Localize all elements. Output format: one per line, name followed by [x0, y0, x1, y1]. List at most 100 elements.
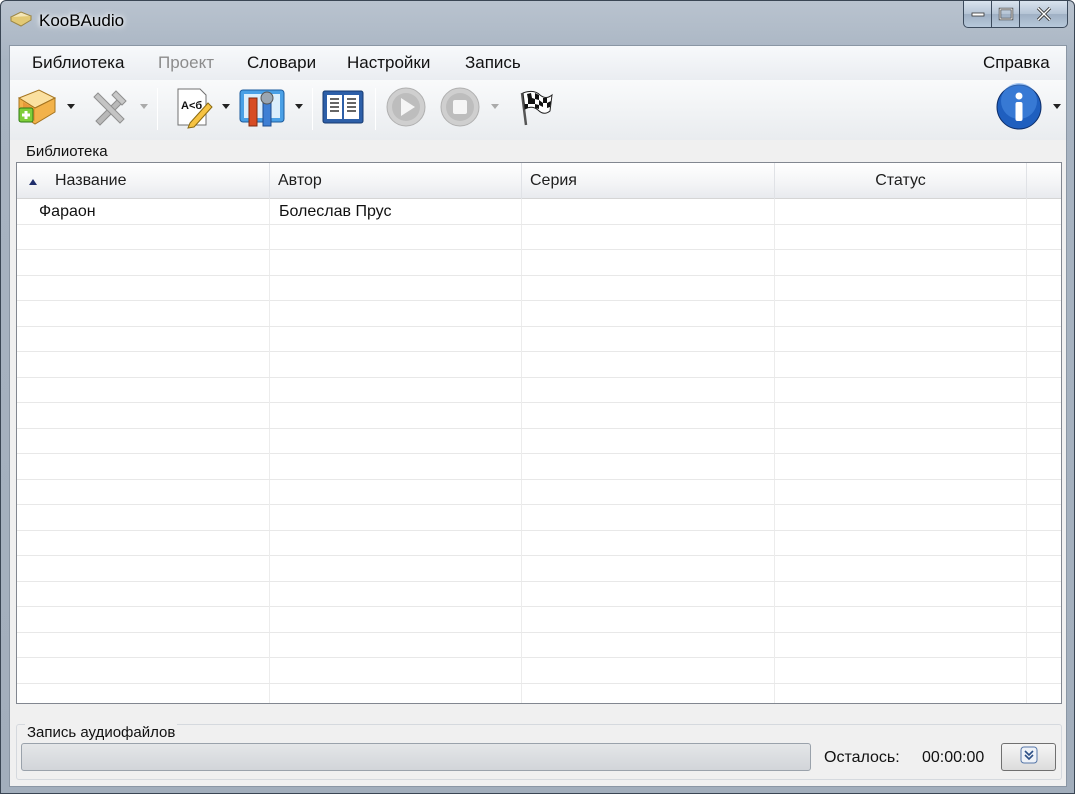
library-table[interactable]: Название Автор Серия Статус Фараон Болес…: [16, 162, 1062, 704]
empty-cell: [270, 556, 522, 581]
empty-cell: [522, 607, 775, 632]
remaining-time: 00:00:00: [922, 749, 985, 766]
finish-flag-icon: [514, 87, 554, 132]
empty-cell: [17, 454, 270, 479]
tools-icon: [88, 85, 132, 134]
stop-dropdown-icon[interactable]: [491, 104, 499, 110]
empty-table-row: [17, 428, 1061, 454]
empty-cell: [270, 377, 522, 403]
edit-text-button[interactable]: A<б: [168, 84, 216, 134]
table-row[interactable]: Фараон Болеслав Прус: [17, 199, 1061, 225]
column-header-status[interactable]: Статус: [775, 163, 1027, 199]
empty-cell: [522, 377, 775, 403]
empty-cell: [270, 581, 522, 607]
add-book-button[interactable]: [12, 84, 60, 134]
window-title: KooBAudio: [39, 11, 125, 30]
info-button[interactable]: [994, 82, 1044, 136]
empty-cell: [17, 326, 270, 352]
title-bar[interactable]: KooBAudio: [1, 1, 1074, 41]
column-header-series[interactable]: Серия: [522, 163, 775, 199]
stop-button[interactable]: [436, 84, 484, 134]
empty-cell: [522, 250, 775, 275]
empty-cell: [17, 683, 270, 703]
menu-project[interactable]: Проект: [158, 53, 214, 73]
add-book-dropdown-icon[interactable]: [67, 104, 75, 110]
empty-cell: [270, 683, 522, 703]
tools-dropdown-icon[interactable]: [140, 104, 148, 110]
close-button[interactable]: [1020, 1, 1068, 28]
empty-cell: [775, 658, 1027, 683]
finish-button[interactable]: [510, 84, 558, 134]
library-group-label: Библиотека: [24, 143, 110, 160]
empty-table-row: [17, 607, 1061, 633]
menu-dictionaries[interactable]: Словари: [247, 53, 316, 73]
empty-cell: [17, 403, 270, 428]
empty-cell: [522, 454, 775, 479]
svg-text:A<б: A<б: [181, 100, 202, 112]
empty-cell: [270, 454, 522, 479]
empty-cell: [270, 403, 522, 428]
empty-cell: [522, 428, 775, 454]
empty-cell: [17, 632, 270, 658]
menu-bar: Библиотека Проект Словари Настройки Запи…: [10, 46, 1066, 80]
empty-cell: [522, 301, 775, 326]
recording-progress-bar: [21, 743, 811, 771]
minimize-button[interactable]: [963, 1, 992, 28]
maximize-button[interactable]: [992, 1, 1020, 28]
empty-cell: [17, 505, 270, 530]
empty-cell: [270, 352, 522, 377]
remaining-label: Осталось:: [824, 749, 900, 766]
tools-button[interactable]: [86, 84, 134, 134]
chevron-down-icon: [1020, 746, 1038, 769]
empty-cell: [775, 377, 1027, 403]
menu-library[interactable]: Библиотека: [32, 53, 124, 73]
menu-record[interactable]: Запись: [465, 53, 521, 73]
edit-text-dropdown-icon[interactable]: [222, 104, 230, 110]
settings-button[interactable]: [236, 84, 288, 134]
column-header-author[interactable]: Автор: [270, 163, 522, 199]
empty-cell: [775, 632, 1027, 658]
recording-group-label: Запись аудиофайлов: [25, 724, 178, 741]
empty-cell: [17, 250, 270, 275]
cell-author: Болеслав Прус: [270, 199, 522, 224]
empty-cell: [270, 607, 522, 632]
play-icon: [384, 85, 428, 134]
recording-group: Запись аудиофайлов Осталось: 00:00:00: [16, 724, 1062, 780]
info-dropdown-icon[interactable]: [1053, 104, 1061, 110]
empty-cell: [522, 403, 775, 428]
app-window: KooBAudio Библиотека Проект Словари Наст…: [0, 0, 1075, 794]
book-button[interactable]: [318, 84, 368, 134]
collapse-panel-button[interactable]: [1001, 743, 1056, 771]
empty-cell: [270, 479, 522, 505]
empty-cell: [775, 505, 1027, 530]
table-body: Фараон Болеслав Прус: [17, 199, 1061, 703]
menu-settings[interactable]: Настройки: [347, 53, 430, 73]
empty-table-row: [17, 377, 1061, 403]
empty-cell: [522, 683, 775, 703]
column-header-title[interactable]: Название: [17, 163, 270, 199]
empty-cell: [17, 607, 270, 632]
toolbar: A<б: [10, 80, 1066, 140]
empty-cell: [775, 581, 1027, 607]
empty-cell: [522, 479, 775, 505]
empty-table-row: [17, 250, 1061, 276]
toolbar-separator: [157, 88, 158, 130]
empty-table-row: [17, 505, 1061, 531]
empty-cell: [17, 377, 270, 403]
empty-cell: [17, 352, 270, 377]
empty-cell: [775, 428, 1027, 454]
empty-cell: [775, 352, 1027, 377]
empty-table-row: [17, 581, 1061, 607]
empty-table-row: [17, 224, 1061, 250]
settings-dropdown-icon[interactable]: [295, 104, 303, 110]
cell-series: [522, 199, 775, 224]
empty-table-row: [17, 454, 1061, 480]
toolbar-separator: [375, 88, 376, 130]
empty-cell: [17, 479, 270, 505]
info-icon: [995, 82, 1043, 136]
book-icon: [320, 85, 366, 134]
add-book-icon: [13, 84, 59, 135]
menu-help[interactable]: Справка: [983, 53, 1050, 73]
empty-cell: [775, 683, 1027, 703]
play-button[interactable]: [382, 84, 430, 134]
